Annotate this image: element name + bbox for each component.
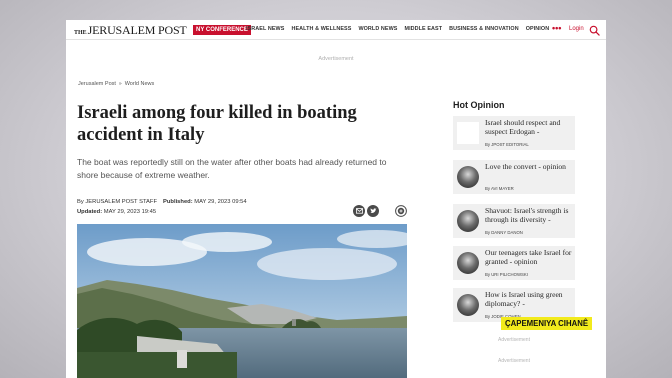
share-buttons: [353, 205, 379, 217]
breadcrumb: Jerusalem Post» World News: [78, 81, 154, 87]
broadcast-caption-tag: ÇAPEMENIYA CIHANÊ: [501, 317, 593, 330]
opinion-author-photo: [457, 210, 479, 232]
email-icon[interactable]: [353, 205, 365, 217]
opinion-author: By AVI MAYER: [485, 186, 514, 191]
nav-link-opinion[interactable]: OPINION: [526, 26, 549, 32]
nav-links: ISRAEL NEWS HEALTH & WELLNESS WORLD NEWS…: [246, 26, 549, 32]
opinion-author: By DANNY DANON: [485, 230, 523, 235]
more-menu-button[interactable]: •••: [552, 23, 561, 33]
opinion-author: By JPOST EDITORIAL: [485, 142, 529, 147]
opinion-card[interactable]: Love the convert - opinion By AVI MAYER: [453, 160, 575, 194]
breadcrumb-separator: »: [118, 81, 122, 87]
breadcrumb-section[interactable]: World News: [125, 81, 155, 87]
site-logo[interactable]: THE JERUSALEM POST: [74, 23, 187, 38]
nav-link-world-news[interactable]: WORLD NEWS: [358, 26, 397, 32]
opinion-title[interactable]: How is Israel using green diplomacy? -: [485, 290, 573, 308]
plus-icon[interactable]: [395, 205, 407, 217]
search-icon[interactable]: [589, 25, 600, 36]
nav-link-middle-east[interactable]: MIDDLE EAST: [404, 26, 442, 32]
opinion-title[interactable]: Shavuot: Israel's strength is through it…: [485, 206, 573, 224]
opinion-card[interactable]: Shavuot: Israel's strength is through it…: [453, 204, 575, 238]
top-navigation: THE JERUSALEM POST NY CONFERENCE ISRAEL …: [66, 20, 606, 40]
opinion-card[interactable]: Israel should respect and suspect Erdoga…: [453, 116, 575, 150]
opinion-author-photo: [457, 294, 479, 316]
opinion-thumbnail: [457, 122, 479, 144]
opinion-author-photo: [457, 252, 479, 274]
twitter-icon[interactable]: [367, 205, 379, 217]
published-date: MAY 29, 2023 09:54: [194, 199, 247, 205]
ad-label-side: Advertisement: [498, 358, 530, 364]
article-summary: The boat was reportedly still on the wat…: [77, 157, 387, 180]
opinion-title[interactable]: Love the convert - opinion: [485, 162, 573, 172]
hot-opinion-heading: Hot Opinion: [453, 100, 505, 110]
ad-label-top: Advertisement: [318, 56, 354, 62]
published-label: Published:: [163, 199, 193, 205]
opinion-title[interactable]: Israel should respect and suspect Erdoga…: [485, 118, 573, 136]
article-updated: Updated: MAY 29, 2023 19:45: [77, 209, 156, 215]
article-headline: Israeli among four killed in boating acc…: [77, 103, 357, 145]
byline-prefix: By: [77, 199, 84, 205]
updated-date: MAY 29, 2023 19:45: [103, 209, 157, 215]
article-hero-image: [77, 224, 407, 378]
ad-label-side: Advertisement: [498, 337, 530, 343]
nav-link-business[interactable]: BUSINESS & INNOVATION: [449, 26, 519, 32]
author-name[interactable]: JERUSALEM POST STAFF: [85, 199, 157, 205]
updated-label: Updated:: [77, 209, 103, 215]
login-link[interactable]: Login: [569, 26, 584, 32]
nav-link-israel-news[interactable]: ISRAEL NEWS: [246, 26, 284, 32]
opinion-title[interactable]: Our teenagers take Israel for granted - …: [485, 248, 573, 266]
breadcrumb-home[interactable]: Jerusalem Post: [78, 81, 116, 87]
ny-conference-button[interactable]: NY CONFERENCE: [193, 25, 251, 35]
opinion-author-photo: [457, 166, 479, 188]
opinion-card[interactable]: Our teenagers take Israel for granted - …: [453, 246, 575, 280]
opinion-author: By URI PILICHOWSKI: [485, 272, 528, 277]
nav-link-health[interactable]: HEALTH & WELLNESS: [291, 26, 351, 32]
article-byline: By JERUSALEM POST STAFF Published: MAY 29…: [77, 199, 247, 205]
